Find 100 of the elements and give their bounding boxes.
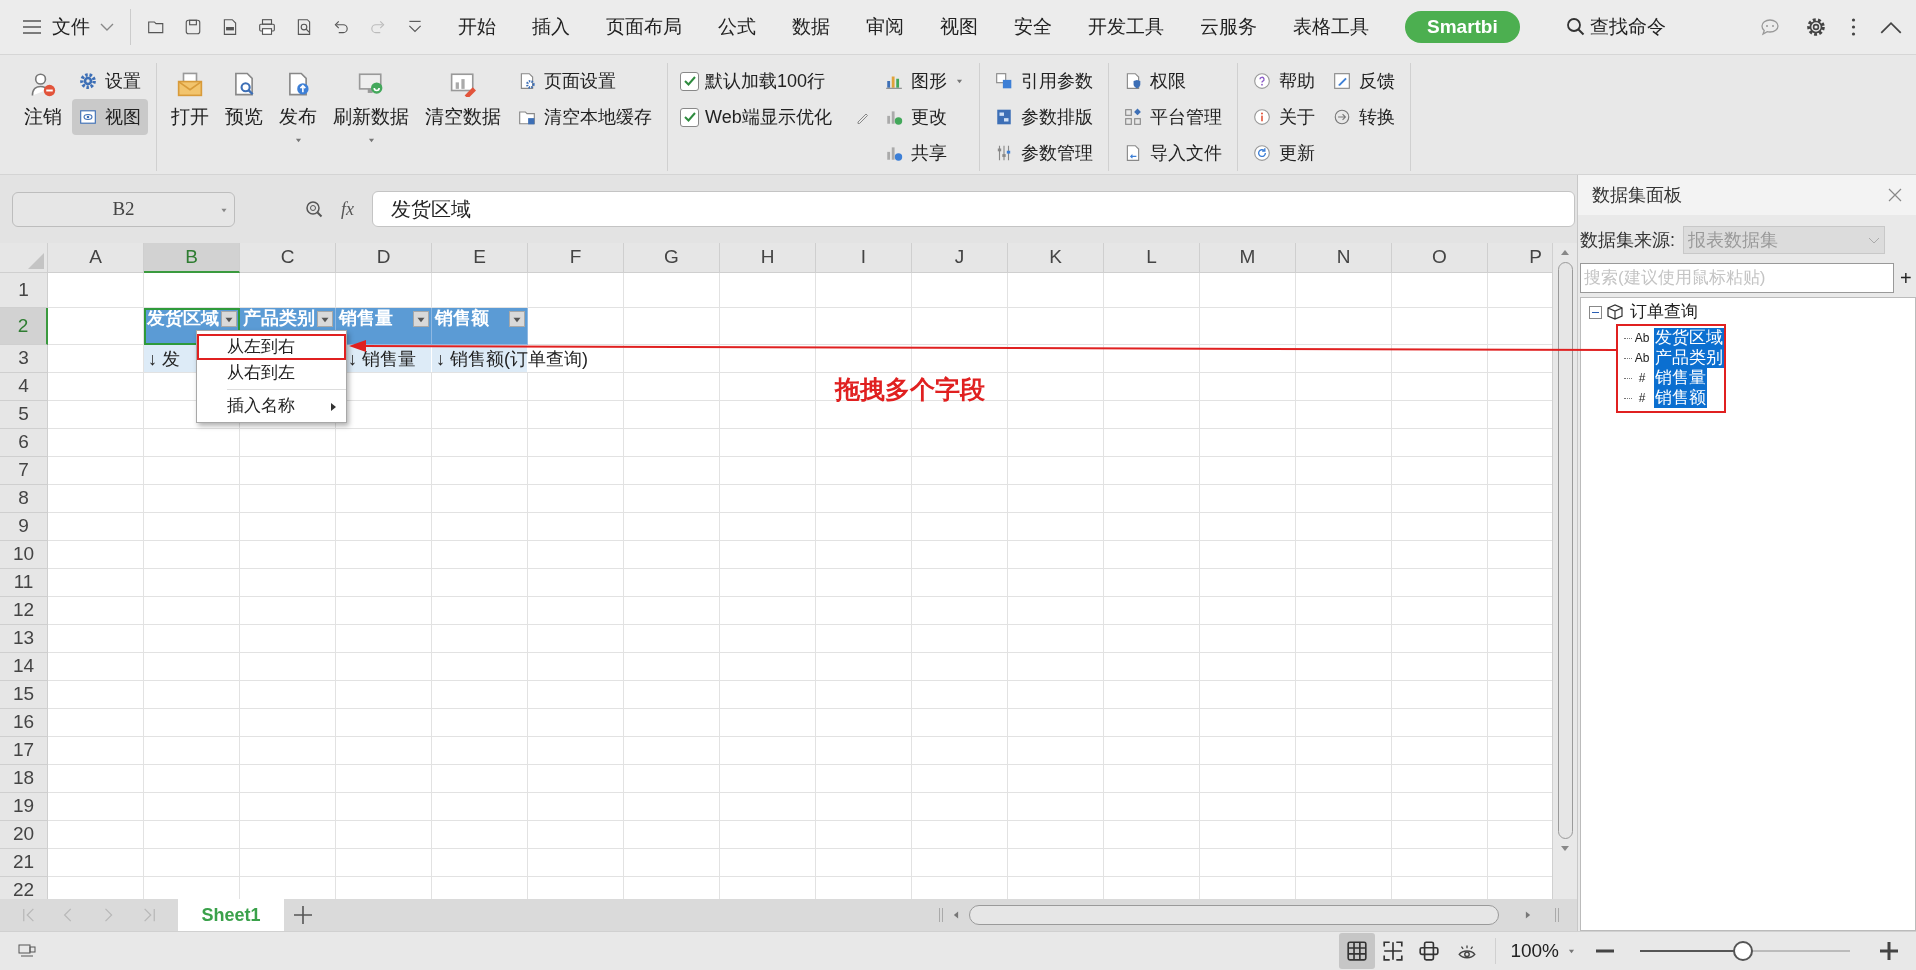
column-header[interactable]: H [720, 243, 816, 273]
view-button[interactable] [1339, 933, 1376, 969]
column-header[interactable]: M [1200, 243, 1296, 273]
ribbon-button[interactable]: 帮助 [1245, 63, 1322, 99]
row-header[interactable]: 12 [0, 597, 48, 625]
menu-tab[interactable]: 开发工具 [1088, 11, 1164, 43]
ribbon-button[interactable]: 关于 [1245, 99, 1322, 135]
ribbon-button[interactable]: 打开 [165, 63, 215, 167]
save-icon[interactable] [184, 18, 202, 36]
ribbon-button[interactable]: 设置 [72, 63, 148, 99]
collapse-toggle[interactable] [1589, 305, 1602, 319]
row-header[interactable]: 20 [0, 821, 48, 849]
row-header[interactable]: 21 [0, 849, 48, 877]
ribbon-button[interactable]: 视图 [72, 99, 148, 135]
ribbon-button[interactable]: 发布 [273, 63, 323, 167]
column-header[interactable]: L [1104, 243, 1200, 273]
row-header[interactable]: 22 [0, 877, 48, 899]
menu-tab[interactable]: 开始 [458, 11, 496, 43]
checkbox-label[interactable]: Web端显示优化 [705, 103, 832, 131]
column-header[interactable]: G [624, 243, 720, 273]
row-header[interactable]: 5 [0, 401, 48, 429]
filter-button[interactable] [221, 311, 237, 327]
search-button[interactable]: 查找命令 [1565, 12, 1666, 42]
row-header[interactable]: 18 [0, 765, 48, 793]
menu-tab[interactable]: 插入 [532, 11, 570, 43]
menu-tab[interactable]: 表格工具 [1293, 11, 1369, 43]
tree-item[interactable]: 销售量 [1654, 368, 1707, 388]
checkbox-label[interactable]: 默认加载100行 [705, 67, 826, 95]
menu-item[interactable]: 插入名称 [197, 393, 346, 419]
row-header[interactable]: 7 [0, 457, 48, 485]
menu-tab[interactable]: 页面布局 [606, 11, 682, 43]
print-icon[interactable] [258, 18, 276, 36]
name-box[interactable]: B2 [12, 191, 235, 227]
scroll-right-icon[interactable] [1525, 911, 1531, 919]
ribbon-button[interactable]: 注销 [18, 63, 68, 167]
tree-item[interactable]: 发货区域 [1654, 328, 1724, 348]
menu-item[interactable]: 从左到右 [197, 334, 346, 360]
search-field[interactable]: 搜索(建议使用鼠标粘贴) [1580, 263, 1894, 293]
ribbon-button[interactable]: 更新 [1245, 135, 1322, 171]
column-header[interactable]: I [816, 243, 912, 273]
row-header[interactable]: 14 [0, 653, 48, 681]
row-header[interactable]: 17 [0, 737, 48, 765]
file-menu[interactable]: 文件 [18, 9, 118, 45]
display-icon[interactable] [18, 943, 36, 959]
ribbon-button[interactable]: 平台管理 [1116, 99, 1229, 135]
menu-tab[interactable]: 数据 [792, 11, 830, 43]
undo-icon[interactable] [332, 18, 350, 36]
zoom-in-icon[interactable] [1880, 942, 1898, 960]
menu-tab[interactable]: 视图 [940, 11, 978, 43]
formula-field[interactable]: 发货区域 [372, 191, 1575, 227]
print-preview-icon[interactable] [295, 18, 313, 36]
column-header[interactable]: J [912, 243, 1008, 273]
ribbon-button[interactable]: 页面设置 [511, 63, 659, 99]
scroll-left-icon[interactable] [953, 911, 959, 919]
ribbon-button[interactable]: 清空本地缓存 [511, 99, 659, 135]
collapse-icon[interactable] [1880, 20, 1902, 34]
slider-thumb[interactable] [1732, 941, 1753, 961]
menu-tab[interactable]: 审阅 [866, 11, 904, 43]
filter-button[interactable] [509, 311, 525, 327]
scrollbar-thumb[interactable] [969, 905, 1499, 925]
zoom-slider[interactable] [1640, 941, 1850, 961]
row-header[interactable]: 16 [0, 709, 48, 737]
function-label[interactable]: fx [341, 195, 354, 223]
ribbon-button[interactable]: 刷新数据 [327, 63, 415, 167]
ribbon-button[interactable]: 图形 [877, 63, 971, 99]
ribbon-button[interactable]: 引用参数 [987, 63, 1100, 99]
settings-icon[interactable] [1805, 16, 1827, 38]
column-header[interactable]: K [1008, 243, 1104, 273]
menu-tab[interactable]: 公式 [718, 11, 756, 43]
add-button[interactable]: + [1900, 268, 1912, 288]
open-icon[interactable] [147, 18, 165, 36]
scrollbar-thumb[interactable] [1557, 262, 1573, 839]
ribbon-button[interactable]: 参数管理 [987, 135, 1100, 171]
ribbon-button[interactable]: 反馈 [1325, 63, 1402, 99]
row-header[interactable]: 9 [0, 513, 48, 541]
checkbox[interactable] [680, 71, 699, 91]
row-header[interactable]: 15 [0, 681, 48, 709]
row-header[interactable]: 19 [0, 793, 48, 821]
ribbon-button[interactable]: 清空数据 [419, 63, 507, 167]
more-icon[interactable] [1851, 17, 1856, 37]
filter-button[interactable] [317, 311, 333, 327]
zoom-icon[interactable] [305, 200, 323, 218]
pdf-document-icon[interactable] [221, 18, 239, 36]
row-header[interactable]: 11 [0, 569, 48, 597]
ribbon-button[interactable]: 更改 [877, 99, 971, 135]
add-sheet-icon[interactable] [294, 906, 312, 924]
eye-icon[interactable] [1457, 942, 1478, 960]
menu-tab[interactable]: 云服务 [1200, 11, 1257, 43]
ribbon-button[interactable]: 共享 [877, 135, 971, 171]
tree-item[interactable]: 销售额 [1654, 388, 1707, 408]
menu-tab[interactable]: 安全 [1014, 11, 1052, 43]
column-header[interactable]: A [48, 243, 144, 273]
checkbox[interactable] [680, 107, 699, 127]
row-header[interactable]: 6 [0, 429, 48, 457]
column-header[interactable]: C [240, 243, 336, 273]
ribbon-button[interactable]: 预览 [219, 63, 269, 167]
row-header[interactable]: 13 [0, 625, 48, 653]
ribbon-button[interactable]: 导入文件 [1116, 135, 1229, 171]
row-header[interactable]: 4 [0, 373, 48, 401]
scroll-up-icon[interactable] [1561, 249, 1569, 256]
